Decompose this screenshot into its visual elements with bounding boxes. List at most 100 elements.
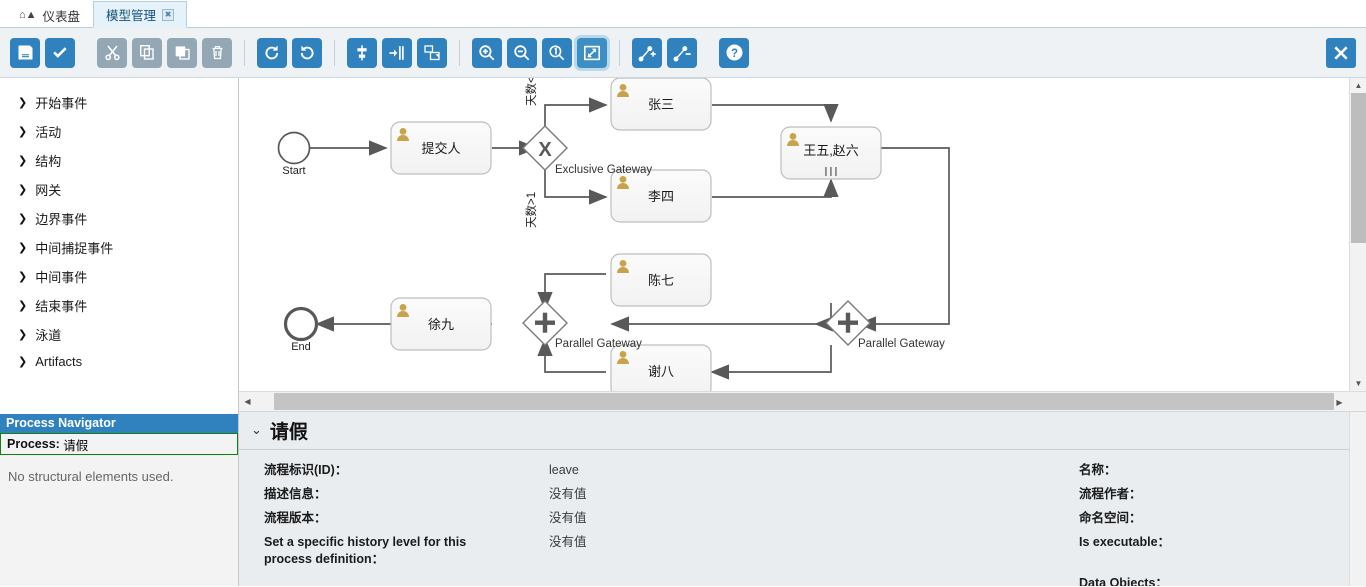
zoom-fit-button[interactable] [577,37,607,68]
property-value[interactable]: leave [549,459,1079,483]
toolbar-separator [459,39,460,66]
flow-condition-label: 天数>1 [524,192,538,228]
align-horizontal-button[interactable] [382,37,412,68]
canvas-vertical-scrollbar[interactable]: ▲ ▼ [1349,78,1366,391]
process-navigator-prefix: Process: [7,437,60,451]
tab-model-management[interactable]: 模型管理 ✖ [93,1,188,28]
paste-button[interactable] [167,37,197,68]
chevron-right-icon: ❯ [18,300,28,312]
task-label: 陈七 [648,273,674,288]
right-column: Start End 提交人 张三 李四 王五,赵六 陈七 谢八 徐九 X Exc… [239,78,1366,586]
palette-item-intermediate-events[interactable]: ❯ 中间事件 [0,262,238,291]
palette-item-gateways[interactable]: ❯ 网关 [0,175,238,204]
property-value[interactable]: 没有值 [549,507,1079,531]
vertical-scroll-thumb[interactable] [1351,93,1366,243]
parallel-gateway-fork: Parallel Gateway [825,300,945,350]
trash-icon[interactable] [202,37,232,68]
property-label: Data Objects： [1079,575,1168,586]
remove-bendpoint-button[interactable] [667,37,697,68]
palette-item-structure[interactable]: ❯ 结构 [0,146,238,175]
canvas-horizontal-scrollbar[interactable]: ◀ ▶ [239,390,1366,413]
chevron-right-icon: ❯ [18,126,28,138]
svg-text:?: ? [730,48,737,60]
properties-vertical-scrollbar[interactable] [1349,411,1366,586]
zoom-out-button[interactable] [507,37,537,68]
redo-button[interactable] [257,37,287,68]
property-label: 描述信息： [264,486,327,501]
property-label: 流程标识(ID)： [264,462,348,477]
property-label: 名称： [1079,462,1117,477]
palette-item-start-events[interactable]: ❯ 开始事件 [0,88,238,117]
process-navigator-empty-text: No structural elements used. [0,455,238,586]
help-button[interactable]: ? [719,37,749,68]
property-label: Is executable： [1079,534,1171,549]
toolbar-separator [244,39,245,66]
scroll-down-arrow-icon[interactable]: ▼ [1350,377,1366,391]
task-node: 张三 [610,78,712,131]
property-value[interactable]: 没有值 [549,483,1079,507]
task-node: 李四 [610,169,712,223]
close-icon[interactable]: ✖ [162,8,175,21]
palette-item-label: Artifacts [35,354,83,369]
palette-item-activities[interactable]: ❯ 活动 [0,117,238,146]
process-navigator-selected-item[interactable]: Process: 请假 [0,433,238,455]
zoom-actual-button[interactable] [542,37,572,68]
save-button[interactable] [10,37,40,68]
palette-item-label: 泳道 [35,328,62,343]
tab-dashboard[interactable]: ⌂▲ 仪表盘 [6,1,93,28]
scroll-up-arrow-icon[interactable]: ▲ [1350,78,1366,92]
palette-item-label: 中间事件 [35,270,88,285]
palette-item-intermediate-catch-events[interactable]: ❯ 中间捕捉事件 [0,233,238,262]
task-label: 提交人 [421,141,460,156]
chevron-right-icon: ❯ [18,271,28,283]
chevron-right-icon: ❯ [18,213,28,225]
add-bendpoint-button[interactable] [632,37,662,68]
properties-panel: ⌄ 请假 流程标识(ID)： leave 名称： 请假 描述信息： 没有值 流程… [239,411,1366,586]
chevron-down-icon[interactable]: ⌄ [251,422,262,438]
end-event-label: End [291,341,311,353]
task-node: 谢八 [610,344,712,391]
property-label: 命名空间： [1079,510,1142,525]
multi-instance-parallel-icon [825,167,837,176]
toolbar-separator [619,39,620,66]
horizontal-scroll-thumb[interactable] [274,392,1334,410]
chevron-right-icon: ❯ [18,356,28,368]
undo-button[interactable] [292,37,322,68]
task-label: 谢八 [648,364,674,379]
scroll-left-arrow-icon[interactable]: ◀ [239,391,256,412]
align-vertical-button[interactable] [347,37,377,68]
shape-palette: ❯ 开始事件 ❯ 活动 ❯ 结构 ❯ 网关 ❯ 边界事件 ❯ 中间捕捉事件 ❯ … [0,78,238,414]
property-value[interactable]: 没有值 [549,531,1079,572]
same-size-button[interactable] [417,37,447,68]
property-label [264,572,549,586]
palette-item-label: 结束事件 [35,299,88,314]
flow-condition-label: 天数<=1 [524,78,538,106]
gateway-label: Exclusive Gateway [555,164,652,176]
zoom-in-button[interactable] [472,37,502,68]
palette-item-boundary-events[interactable]: ❯ 边界事件 [0,204,238,233]
tab-dashboard-label: 仪表盘 [42,9,81,24]
palette-item-artifacts[interactable]: ❯ Artifacts [0,349,238,374]
copy-button[interactable] [132,37,162,68]
bpmn-canvas[interactable]: Start End 提交人 张三 李四 王五,赵六 陈七 谢八 徐九 X Exc… [239,78,1349,391]
palette-item-end-events[interactable]: ❯ 结束事件 [0,291,238,320]
task-label: 徐九 [428,317,454,332]
tab-bar: ⌂▲ 仪表盘 模型管理 ✖ [0,0,1366,28]
exclusive-gateway-x-icon: X [538,139,552,161]
cut-button[interactable] [97,37,127,68]
editor-toolbar: ? [0,28,1366,78]
properties-grid: 流程标识(ID)： leave 名称： 请假 描述信息： 没有值 流程作者： 没… [239,450,1366,586]
task-label: 张三 [648,97,674,112]
task-node: 提交人 [390,121,492,175]
scroll-right-arrow-icon[interactable]: ▶ [1331,392,1348,413]
palette-item-swimlanes[interactable]: ❯ 泳道 [0,320,238,349]
gateway-label: Parallel Gateway [858,338,945,350]
properties-header[interactable]: ⌄ 请假 [239,412,1366,450]
chevron-right-icon: ❯ [18,242,28,254]
home-icon: ⌂▲ [19,9,37,21]
validate-button[interactable] [45,37,75,68]
task-node: 徐九 [390,297,492,351]
close-editor-button[interactable] [1326,38,1356,68]
end-event: End [283,306,319,353]
property-value [549,572,1079,586]
